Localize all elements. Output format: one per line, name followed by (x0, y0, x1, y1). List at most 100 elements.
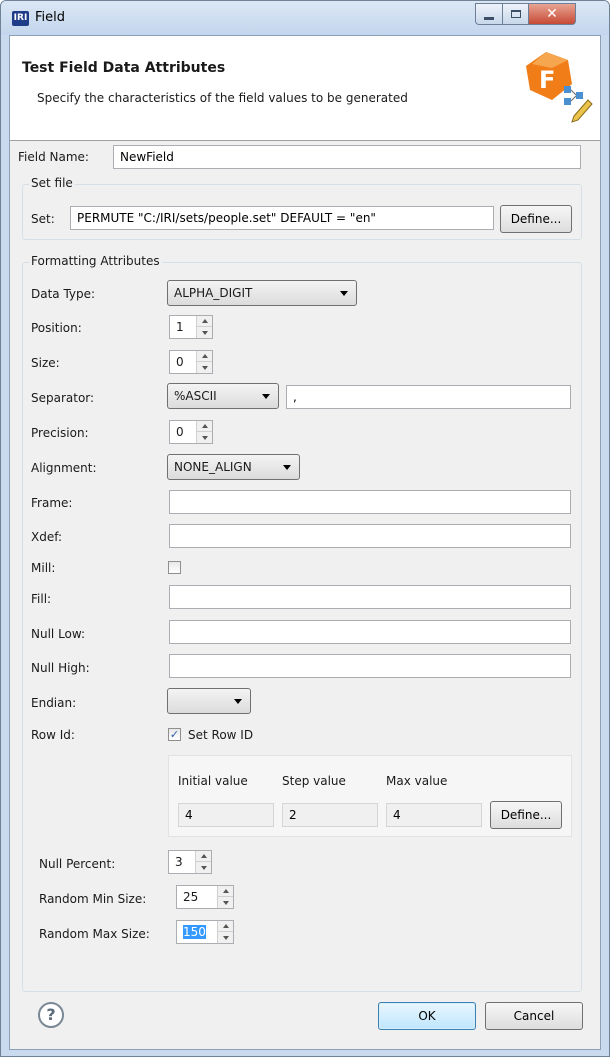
frame-label: Frame: (31, 496, 73, 510)
random-max-size-spinner[interactable]: 150 (176, 920, 234, 944)
step-value-label: Step value (282, 774, 346, 788)
max-value-field (386, 803, 482, 827)
set-file-group-label: Set file (29, 176, 75, 190)
random-max-size-spinner-buttons[interactable] (217, 921, 233, 943)
field-name-label: Field Name: (18, 150, 89, 164)
separator-value: %ASCII (174, 389, 217, 403)
spin-down-icon[interactable] (218, 932, 233, 943)
null-low-label: Null Low: (31, 627, 86, 641)
position-spinner[interactable]: 1 (169, 315, 213, 339)
null-percent-label: Null Percent: (39, 857, 116, 871)
precision-value: 0 (176, 425, 184, 439)
spin-up-icon[interactable] (196, 851, 211, 862)
window-title: Field (35, 10, 66, 25)
dialog-client-area: Test Field Data Attributes Specify the c… (9, 35, 601, 1050)
set-row-id-checkbox[interactable]: ✓ (168, 728, 181, 741)
alignment-select[interactable]: NONE_ALIGN (167, 454, 300, 480)
ok-button[interactable]: OK (378, 1002, 476, 1030)
formatting-group-label: Formatting Attributes (29, 254, 162, 268)
spin-down-icon[interactable] (196, 862, 211, 873)
iri-app-icon: IRI (12, 11, 29, 26)
chevron-down-icon (340, 291, 348, 296)
random-min-size-spinner-buttons[interactable] (217, 886, 233, 908)
spin-down-icon[interactable] (197, 327, 212, 338)
separator-label: Separator: (31, 391, 95, 405)
endian-label: Endian: (31, 696, 77, 710)
position-label: Position: (31, 321, 82, 335)
field-wizard-logo-icon: F (526, 52, 593, 123)
separator-text-input[interactable] (286, 385, 571, 409)
data-type-select[interactable]: ALPHA_DIGIT (167, 280, 357, 306)
close-icon: ✕ (546, 6, 558, 22)
minimize-button[interactable] (475, 3, 503, 25)
null-low-input[interactable] (169, 620, 571, 644)
random-max-size-label: Random Max Size: (39, 927, 150, 941)
null-percent-value: 3 (175, 855, 183, 869)
banner-title: Test Field Data Attributes (22, 60, 226, 76)
size-value: 0 (176, 355, 184, 369)
spin-down-icon[interactable] (197, 362, 212, 373)
random-min-size-value: 25 (183, 890, 199, 904)
set-row-id-label: Set Row ID (188, 728, 254, 742)
frame-input[interactable] (169, 490, 571, 514)
endian-select[interactable] (167, 688, 251, 714)
xdef-label: Xdef: (31, 530, 63, 544)
size-label: Size: (31, 356, 60, 370)
null-high-label: Null High: (31, 661, 90, 675)
close-button[interactable]: ✕ (528, 3, 576, 25)
dialog-banner: Test Field Data Attributes Specify the c… (10, 36, 600, 141)
precision-spinner-buttons[interactable] (196, 421, 212, 443)
spin-up-icon[interactable] (218, 886, 233, 897)
spin-up-icon[interactable] (197, 351, 212, 362)
random-min-size-spinner[interactable]: 25 (176, 885, 234, 909)
precision-label: Precision: (31, 426, 89, 440)
fill-input[interactable] (169, 585, 571, 609)
help-icon[interactable]: ? (38, 1002, 64, 1028)
alignment-label: Alignment: (31, 461, 97, 475)
spin-down-icon[interactable] (197, 432, 212, 443)
set-input[interactable] (70, 206, 494, 230)
null-high-input[interactable] (169, 654, 571, 678)
spin-down-icon[interactable] (218, 897, 233, 908)
spin-up-icon[interactable] (218, 921, 233, 932)
field-name-input[interactable] (113, 145, 581, 169)
title-bar[interactable]: IRI Field ✕ (1, 1, 609, 35)
row-id-define-button[interactable]: Define... (490, 801, 562, 829)
maximize-icon (510, 10, 521, 18)
spin-up-icon[interactable] (197, 421, 212, 432)
random-max-size-value: 150 (183, 925, 206, 939)
data-type-value: ALPHA_DIGIT (174, 286, 253, 300)
position-spinner-buttons[interactable] (196, 316, 212, 338)
minimize-icon (484, 16, 494, 20)
initial-value-label: Initial value (178, 774, 248, 788)
mill-label: Mill: (31, 561, 56, 575)
field-dialog-window: IRI Field ✕ Test Field Data Attributes S… (0, 0, 610, 1057)
null-percent-spinner[interactable]: 3 (168, 850, 212, 874)
position-value: 1 (176, 320, 184, 334)
cancel-button[interactable]: Cancel (485, 1002, 583, 1030)
alignment-value: NONE_ALIGN (174, 460, 252, 474)
mill-checkbox[interactable] (168, 561, 181, 574)
set-label: Set: (31, 212, 55, 226)
chevron-down-icon (283, 465, 291, 470)
precision-spinner[interactable]: 0 (169, 420, 213, 444)
chevron-down-icon (262, 394, 270, 399)
random-min-size-label: Random Min Size: (39, 892, 147, 906)
initial-value-field (178, 803, 274, 827)
banner-description: Specify the characteristics of the field… (37, 91, 408, 105)
set-define-button[interactable]: Define... (500, 205, 572, 233)
spin-up-icon[interactable] (197, 316, 212, 327)
size-spinner-buttons[interactable] (196, 351, 212, 373)
checkmark-icon: ✓ (169, 728, 180, 741)
separator-select[interactable]: %ASCII (167, 383, 279, 409)
null-percent-spinner-buttons[interactable] (195, 851, 211, 873)
maximize-button[interactable] (502, 3, 529, 25)
row-id-label: Row Id: (31, 728, 75, 742)
size-spinner[interactable]: 0 (169, 350, 213, 374)
xdef-input[interactable] (169, 524, 571, 548)
chevron-down-icon (234, 699, 242, 704)
fill-label: Fill: (31, 592, 52, 606)
step-value-field (282, 803, 378, 827)
data-type-label: Data Type: (31, 287, 96, 301)
max-value-label: Max value (386, 774, 448, 788)
